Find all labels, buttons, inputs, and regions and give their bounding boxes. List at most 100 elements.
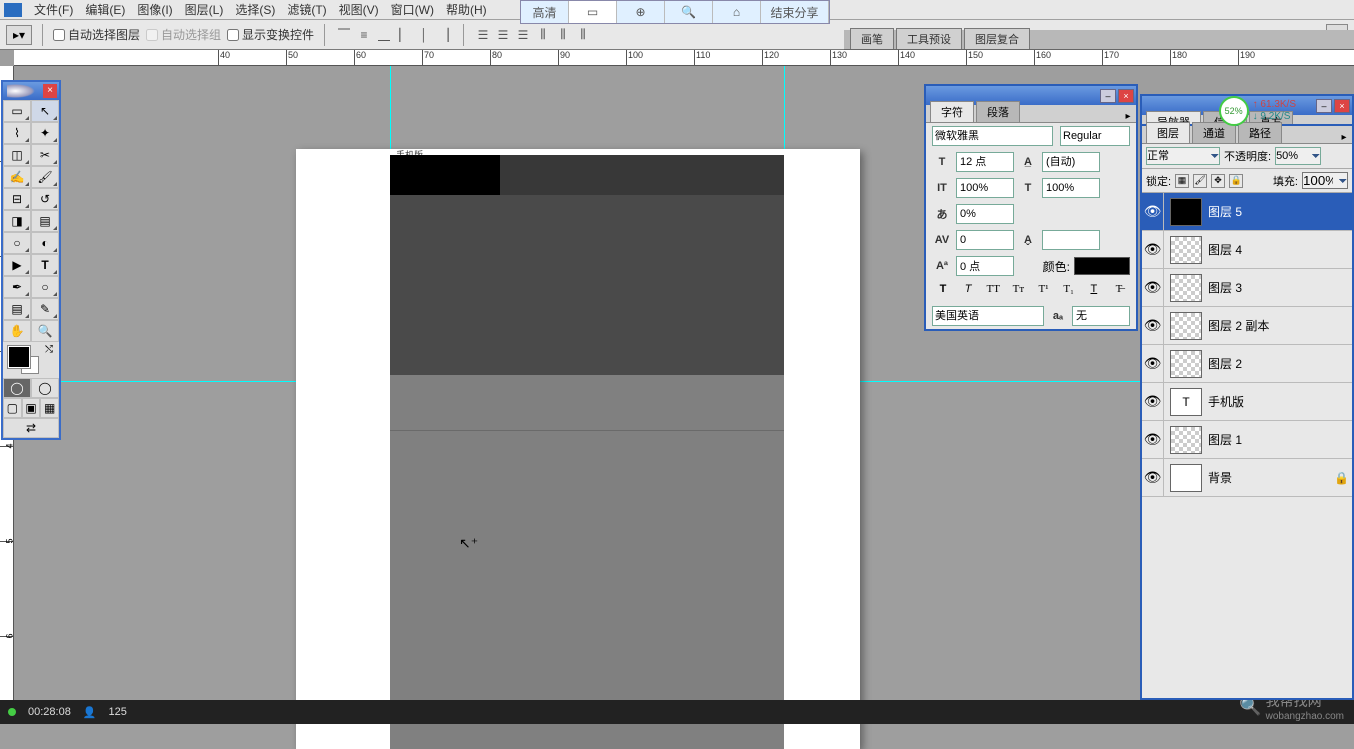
distribute-hcenter-icon[interactable]: ⫼ <box>554 26 572 44</box>
zoom-tool[interactable]: 🔍 <box>31 320 59 342</box>
align-hcenter-icon[interactable]: │ <box>415 26 433 44</box>
document-canvas[interactable]: 手机版 <box>296 149 860 749</box>
opacity-input[interactable]: 50% <box>1275 147 1321 165</box>
kerning-metrics-input[interactable] <box>1042 230 1100 250</box>
magic-wand-tool[interactable]: ✦ <box>31 122 59 144</box>
horizontal-scale-input[interactable] <box>1042 178 1100 198</box>
eraser-tool[interactable]: ◨ <box>3 210 31 232</box>
tools-panel-titlebar[interactable]: × <box>3 82 59 100</box>
screen-mode-standard-icon[interactable]: ▢ <box>3 398 22 418</box>
tab-paragraph[interactable]: 段落 <box>976 101 1020 122</box>
layer-row[interactable]: 👁 图层 2 <box>1142 345 1352 383</box>
menu-layer[interactable]: 图层(L) <box>179 1 230 18</box>
close-icon[interactable]: × <box>1118 89 1134 103</box>
share-target-icon[interactable]: ⊕ <box>617 1 665 23</box>
dock-tab-layer-comps[interactable]: 图层复合 <box>964 28 1030 49</box>
quickmask-mode-icon[interactable]: ◯ <box>31 378 59 398</box>
underline-button[interactable]: T <box>1085 283 1103 299</box>
layer-visibility-icon[interactable]: 👁 <box>1142 421 1164 458</box>
menu-view[interactable]: 视图(V) <box>333 1 385 18</box>
hand-tool[interactable]: ✋ <box>3 320 31 342</box>
minimize-icon[interactable]: – <box>1316 99 1332 113</box>
distribute-bottom-icon[interactable]: ☰ <box>514 26 532 44</box>
panel-menu-icon[interactable]: ▸ <box>1336 132 1352 143</box>
italic-button[interactable]: T <box>959 283 977 299</box>
distribute-left-icon[interactable]: ⫼ <box>534 26 552 44</box>
lock-transparency-icon[interactable]: ▦ <box>1175 174 1189 188</box>
distribute-top-icon[interactable]: ☰ <box>474 26 492 44</box>
lock-position-icon[interactable]: ✥ <box>1211 174 1225 188</box>
tab-layers[interactable]: 图层 <box>1146 122 1190 143</box>
close-icon[interactable]: × <box>1334 99 1350 113</box>
jump-to-imageready-icon[interactable]: ⇄ <box>3 418 59 438</box>
auto-select-layer-checkbox[interactable]: 自动选择图层 <box>53 26 140 43</box>
layer-visibility-icon[interactable]: 👁 <box>1142 383 1164 420</box>
show-transform-checkbox[interactable]: 显示变换控件 <box>227 26 314 43</box>
layer-row[interactable]: 👁 图层 1 <box>1142 421 1352 459</box>
move-tool[interactable]: ↖ <box>31 100 59 122</box>
layer-thumbnail[interactable] <box>1170 426 1202 454</box>
path-selection-tool[interactable]: ▶ <box>3 254 31 276</box>
panel-menu-icon[interactable]: ▸ <box>1120 111 1136 122</box>
close-icon[interactable]: × <box>43 84 57 98</box>
leading-input[interactable]: (自动) <box>1042 152 1100 172</box>
minimize-icon[interactable]: – <box>1100 89 1116 103</box>
fill-input[interactable]: 100% <box>1302 172 1348 189</box>
align-right-icon[interactable]: ▕ <box>435 26 453 44</box>
lock-pixels-icon[interactable]: 🖌 <box>1193 174 1207 188</box>
share-home-icon[interactable]: ⌂ <box>713 1 761 23</box>
layer-visibility-icon[interactable]: 👁 <box>1142 459 1164 496</box>
menu-select[interactable]: 选择(S) <box>229 1 281 18</box>
font-style-select[interactable]: Regular <box>1060 126 1130 146</box>
menu-filter[interactable]: 滤镜(T) <box>281 1 332 18</box>
layer-thumbnail[interactable] <box>1170 312 1202 340</box>
lasso-tool[interactable]: ⌇ <box>3 122 31 144</box>
align-vcenter-icon[interactable]: ≡ <box>355 26 373 44</box>
layer-visibility-icon[interactable]: 👁 <box>1142 193 1164 230</box>
menu-image[interactable]: 图像(I) <box>131 1 178 18</box>
layer-thumbnail[interactable] <box>1170 464 1202 492</box>
align-bottom-icon[interactable]: ⎽ <box>375 26 393 44</box>
menu-help[interactable]: 帮助(H) <box>440 1 493 18</box>
bold-button[interactable]: T <box>934 283 952 299</box>
distribute-vcenter-icon[interactable]: ☰ <box>494 26 512 44</box>
layer-thumbnail[interactable]: T <box>1170 388 1202 416</box>
menu-file[interactable]: 文件(F) <box>28 1 79 18</box>
eyedropper-tool[interactable]: ✎ <box>31 298 59 320</box>
layer-name-label[interactable]: 图层 2 <box>1208 355 1352 372</box>
language-select[interactable]: 美国英语 <box>932 306 1044 326</box>
layer-row[interactable]: 👁 图层 3 <box>1142 269 1352 307</box>
crop-tool[interactable]: ◫ <box>3 144 31 166</box>
layer-row[interactable]: 👁图层 2 副本 <box>1142 307 1352 345</box>
layer-thumbnail[interactable] <box>1170 350 1202 378</box>
clone-stamp-tool[interactable]: ⊟ <box>3 188 31 210</box>
layer-name-label[interactable]: 图层 3 <box>1208 279 1352 296</box>
layer-name-label[interactable]: 图层 1 <box>1208 431 1352 448</box>
standard-mode-icon[interactable]: ◯ <box>3 378 31 398</box>
layer-visibility-icon[interactable]: 👁 <box>1142 269 1164 306</box>
align-left-icon[interactable]: ▏ <box>395 26 413 44</box>
font-size-input[interactable]: 12 点 <box>956 152 1014 172</box>
superscript-button[interactable]: T¹ <box>1035 283 1053 299</box>
menu-edit[interactable]: 编辑(E) <box>79 1 131 18</box>
layer-thumbnail[interactable] <box>1170 198 1202 226</box>
align-top-icon[interactable]: ⎺ <box>335 26 353 44</box>
menu-window[interactable]: 窗口(W) <box>385 1 440 18</box>
layer-name-label[interactable]: 图层 4 <box>1208 241 1352 258</box>
layer-row[interactable]: 👁背景🔒 <box>1142 459 1352 497</box>
shape-tool[interactable]: ○ <box>31 276 59 298</box>
kerning-input[interactable]: 0 <box>956 230 1014 250</box>
tracking-input[interactable]: 0% <box>956 204 1014 224</box>
share-zoom-icon[interactable]: 🔍 <box>665 1 713 23</box>
screen-mode-maximized-icon[interactable]: ▣ <box>22 398 41 418</box>
layer-row[interactable]: 👁T手机版 <box>1142 383 1352 421</box>
layer-thumbnail[interactable] <box>1170 236 1202 264</box>
layer-visibility-icon[interactable]: 👁 <box>1142 345 1164 382</box>
share-end-button[interactable]: 结束分享 <box>761 1 829 23</box>
smallcaps-button[interactable]: Tᴛ <box>1009 283 1027 299</box>
share-region-icon[interactable]: ▭ <box>569 1 617 23</box>
distribute-right-icon[interactable]: ⫼ <box>574 26 592 44</box>
layer-visibility-icon[interactable]: 👁 <box>1142 307 1164 344</box>
lock-all-icon[interactable]: 🔒 <box>1229 174 1243 188</box>
text-color-swatch[interactable] <box>1074 257 1130 275</box>
